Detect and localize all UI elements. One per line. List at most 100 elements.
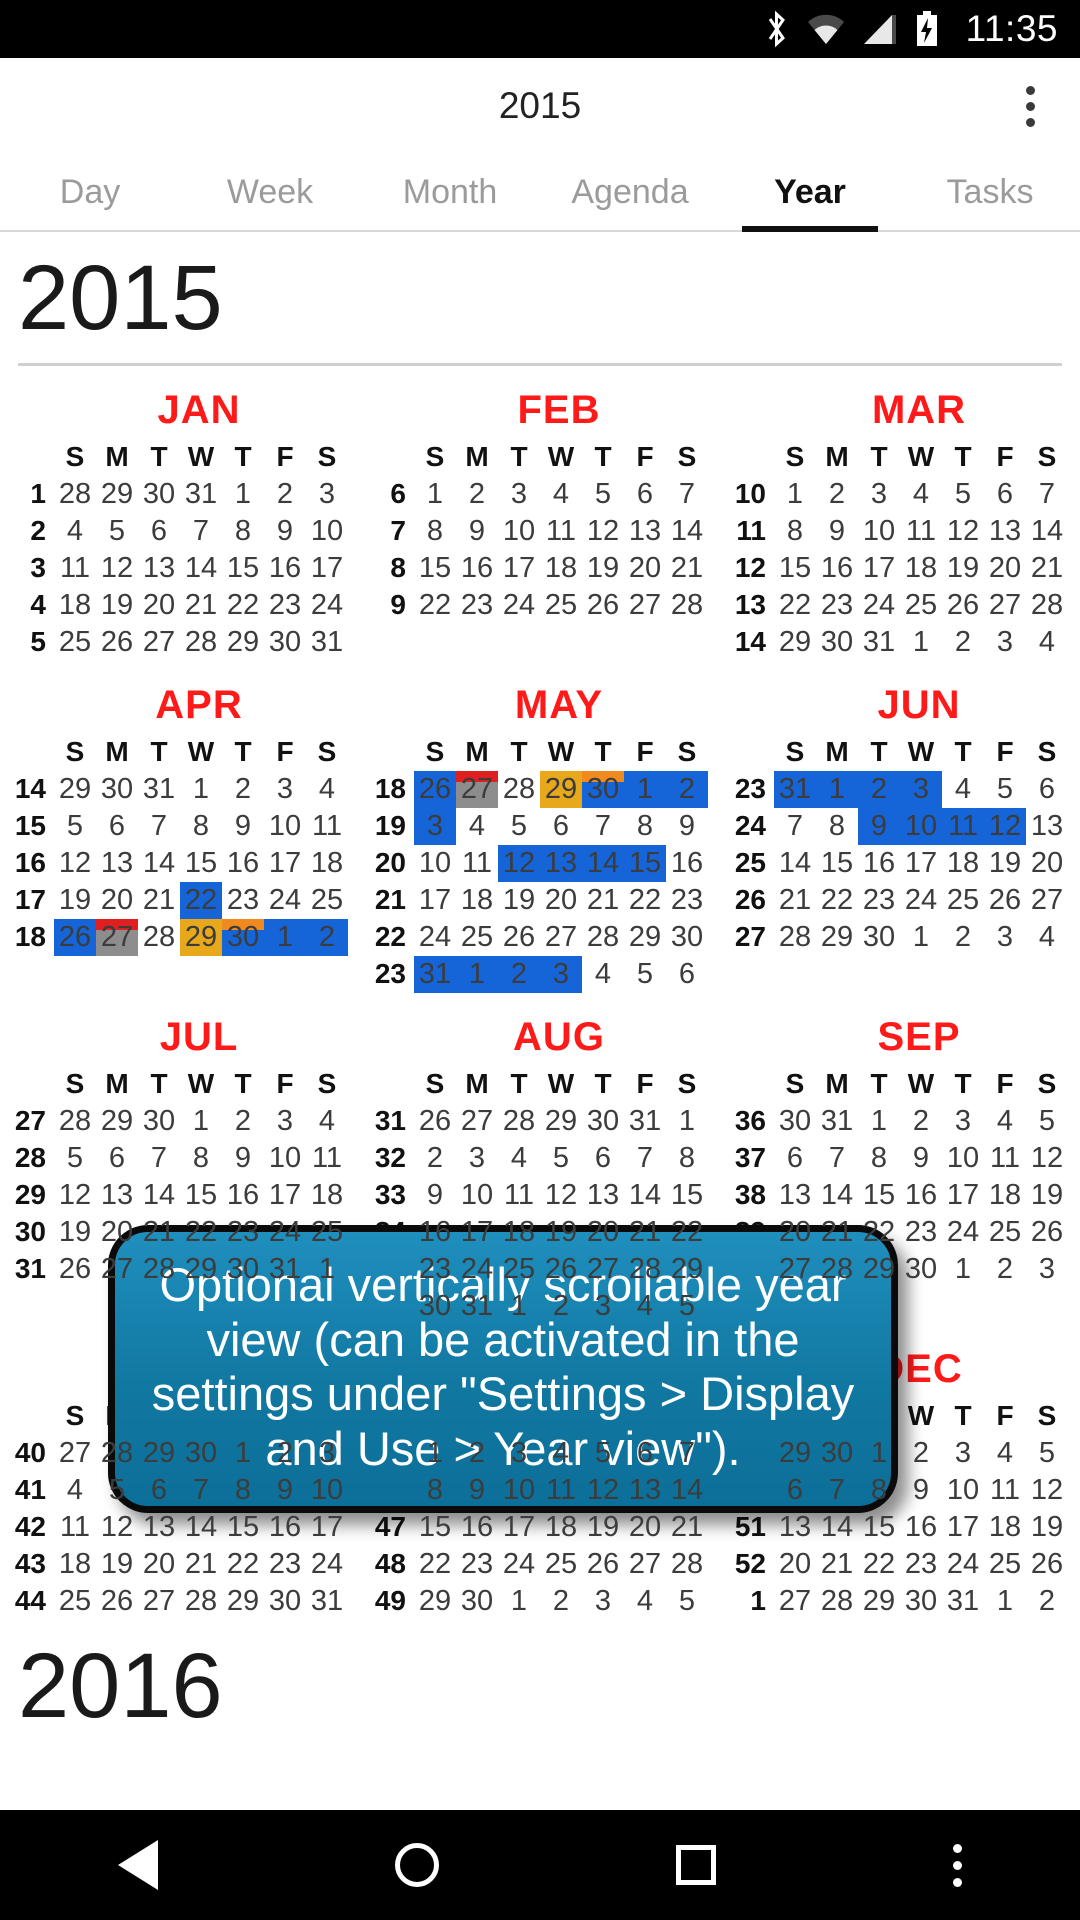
day-cell[interactable]: 11 <box>942 807 984 845</box>
day-cell[interactable]: 31 <box>306 1583 348 1620</box>
day-cell[interactable]: 2 <box>306 918 348 956</box>
day-cell[interactable]: 9 <box>666 808 708 845</box>
day-cell[interactable]: 31 <box>180 476 222 513</box>
day-cell[interactable]: 17 <box>414 882 456 919</box>
day-cell[interactable]: 13 <box>96 1177 138 1214</box>
day-cell[interactable]: 11 <box>54 1509 96 1546</box>
day-cell[interactable]: 9 <box>816 513 858 550</box>
day-cell[interactable]: 28 <box>624 1251 666 1288</box>
day-cell[interactable]: 21 <box>816 1546 858 1583</box>
day-cell[interactable]: 31 <box>456 1288 498 1325</box>
day-cell[interactable]: 1 <box>900 624 942 661</box>
week-number[interactable]: 8 <box>368 550 414 587</box>
day-cell[interactable]: 22 <box>858 1546 900 1583</box>
day-cell[interactable]: 22 <box>666 1214 708 1251</box>
day-cell[interactable]: 22 <box>624 882 666 919</box>
day-cell[interactable]: 29 <box>180 1251 222 1288</box>
day-cell[interactable]: 8 <box>414 513 456 550</box>
week-number[interactable]: 42 <box>8 1509 54 1546</box>
week-number[interactable]: 38 <box>728 1177 774 1214</box>
day-cell[interactable]: 3 <box>264 1103 306 1140</box>
week-number[interactable]: 1 <box>8 476 54 513</box>
day-cell[interactable]: 22 <box>414 587 456 624</box>
day-cell[interactable]: 21 <box>138 882 180 919</box>
day-cell[interactable]: 27 <box>624 1546 666 1583</box>
day-cell[interactable]: 9 <box>222 1140 264 1177</box>
day-cell[interactable]: 30 <box>138 476 180 513</box>
day-cell[interactable]: 11 <box>498 1177 540 1214</box>
day-cell[interactable]: 25 <box>984 1546 1026 1583</box>
day-cell[interactable]: 15 <box>858 1509 900 1546</box>
day-cell[interactable]: 30 <box>816 624 858 661</box>
month-jun[interactable]: JUN S M T W T F S 23 31 1 2 3 4 5 6 24 7 8 9 10 11 12 13 25 14 15 1… <box>720 661 1080 993</box>
day-cell[interactable]: 6 <box>96 808 138 845</box>
day-cell[interactable]: 26 <box>1026 1214 1068 1251</box>
week-number[interactable]: 11 <box>728 513 774 550</box>
month-jan[interactable]: JAN S M T W T F S 1 28 29 30 31 1 2 3 2 4 5 6 7 8 9 10 3 11 12 13 14… <box>0 366 360 661</box>
day-cell[interactable]: 14 <box>180 550 222 587</box>
home-icon[interactable] <box>395 1843 440 1887</box>
day-cell[interactable]: 15 <box>414 1509 456 1546</box>
day-cell[interactable]: 23 <box>456 587 498 624</box>
day-cell[interactable]: 27 <box>774 1251 816 1288</box>
day-cell[interactable]: 2 <box>264 476 306 513</box>
day-cell[interactable]: 21 <box>180 587 222 624</box>
day-cell[interactable]: 5 <box>624 956 666 993</box>
day-cell[interactable]: 5 <box>54 1140 96 1177</box>
week-number[interactable]: 27 <box>728 919 774 956</box>
day-cell[interactable]: 11 <box>984 1140 1026 1177</box>
day-cell[interactable]: 23 <box>222 1214 264 1251</box>
day-cell[interactable]: 4 <box>1026 624 1068 661</box>
day-cell[interactable]: 30 <box>582 1103 624 1140</box>
day-cell[interactable]: 14 <box>138 845 180 882</box>
day-cell[interactable]: 11 <box>456 845 498 882</box>
day-cell[interactable]: 28 <box>582 919 624 956</box>
week-number[interactable]: 18 <box>8 919 54 956</box>
day-cell[interactable]: 24 <box>942 1214 984 1251</box>
day-cell[interactable]: 30 <box>816 1435 858 1472</box>
day-cell[interactable]: 4 <box>942 771 984 808</box>
day-cell[interactable]: 7 <box>774 808 816 845</box>
day-cell[interactable]: 16 <box>900 1509 942 1546</box>
day-cell[interactable]: 17 <box>306 550 348 587</box>
day-cell[interactable]: 30 <box>222 918 264 956</box>
day-cell[interactable]: 20 <box>96 882 138 919</box>
day-cell[interactable]: 8 <box>816 808 858 845</box>
day-cell[interactable]: 27 <box>582 1251 624 1288</box>
day-cell[interactable]: 29 <box>222 1583 264 1620</box>
day-cell[interactable]: 14 <box>138 1177 180 1214</box>
day-cell[interactable]: 18 <box>456 882 498 919</box>
day-cell[interactable]: 25 <box>540 1546 582 1583</box>
month-may[interactable]: MAY S M T W T F S 18 26 27 28 29 30 1 2 19 3 4 5 6 7 8 9 20 10 11 1… <box>360 661 720 993</box>
day-cell[interactable]: 5 <box>942 476 984 513</box>
day-cell[interactable]: 19 <box>540 1214 582 1251</box>
week-number[interactable]: 6 <box>368 476 414 513</box>
day-cell[interactable]: 17 <box>264 845 306 882</box>
day-cell[interactable]: 14 <box>180 1509 222 1546</box>
day-cell[interactable]: 26 <box>540 1251 582 1288</box>
day-cell[interactable]: 24 <box>264 1214 306 1251</box>
day-cell[interactable]: 25 <box>306 882 348 919</box>
month-mar[interactable]: MAR S M T W T F S 10 1 2 3 4 5 6 7 11 8 9 10 11 12 13 14 12 15 16 1… <box>720 366 1080 661</box>
day-cell[interactable]: 21 <box>816 1214 858 1251</box>
day-cell[interactable]: 13 <box>138 1509 180 1546</box>
day-cell[interactable]: 15 <box>222 550 264 587</box>
day-cell[interactable]: 28 <box>96 1435 138 1472</box>
day-cell[interactable]: 18 <box>984 1509 1026 1546</box>
day-cell[interactable]: 18 <box>540 1509 582 1546</box>
day-cell[interactable]: 1 <box>624 770 666 808</box>
day-cell[interactable]: 20 <box>624 1509 666 1546</box>
day-cell[interactable]: 2 <box>984 1251 1026 1288</box>
day-cell[interactable]: 11 <box>984 1472 1026 1509</box>
week-number[interactable]: 15 <box>8 808 54 845</box>
day-cell[interactable]: 5 <box>582 476 624 513</box>
day-cell[interactable]: 9 <box>900 1140 942 1177</box>
day-cell[interactable]: 16 <box>222 845 264 882</box>
day-cell[interactable]: 28 <box>666 587 708 624</box>
day-cell[interactable]: 30 <box>582 770 624 808</box>
day-cell[interactable]: 27 <box>984 587 1026 624</box>
day-cell[interactable]: 29 <box>624 919 666 956</box>
day-cell[interactable]: 27 <box>456 1103 498 1140</box>
day-cell[interactable]: 26 <box>498 919 540 956</box>
day-cell[interactable]: 2 <box>222 1103 264 1140</box>
